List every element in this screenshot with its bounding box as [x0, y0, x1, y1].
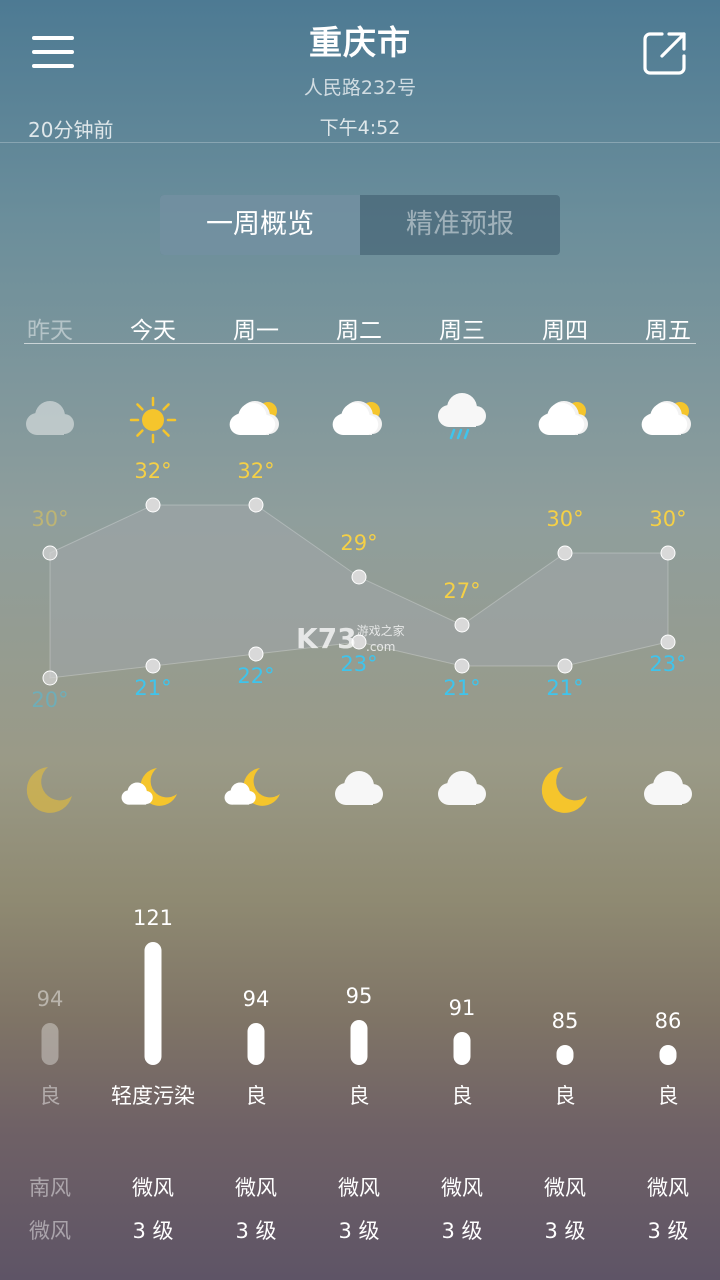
low-temp-label-4: 21°	[443, 676, 481, 700]
high-temp-label-3: 29°	[340, 531, 378, 555]
low-temp-point-6	[660, 634, 676, 650]
high-temp-point-3	[351, 569, 367, 585]
partly-cloudy-icon	[533, 392, 597, 448]
day-name-5[interactable]: 周四	[515, 311, 615, 345]
high-temp-label-0: 30°	[31, 507, 69, 531]
partly-cloudy-icon	[636, 392, 700, 448]
high-temp-point-2	[248, 497, 264, 513]
cloudy-icon	[18, 392, 82, 448]
day-name-2[interactable]: 周一	[206, 311, 306, 345]
wind-direction-2: 微风	[235, 1176, 277, 1200]
high-temp-point-4	[454, 617, 470, 633]
high-temp-point-0	[42, 545, 58, 561]
wind-level-3: 3 级	[338, 1219, 380, 1243]
watermark-sub: 游戏之家	[356, 624, 405, 638]
day-name-3[interactable]: 周二	[309, 311, 409, 345]
sunny-icon	[121, 392, 185, 448]
moon-cloud-icon	[121, 762, 185, 818]
aqi-bar-6	[659, 1045, 677, 1065]
cloudy-icon	[327, 762, 391, 818]
low-temp-point-2	[248, 646, 264, 662]
cloudy-icon	[430, 762, 494, 818]
temperature-chart	[0, 480, 720, 730]
aqi-value-5: 85	[551, 1009, 579, 1033]
wind-direction-1: 微风	[132, 1176, 174, 1200]
low-temp-point-4	[454, 658, 470, 674]
low-temp-label-5: 21°	[546, 676, 584, 700]
watermark-main: K73	[296, 622, 357, 655]
day-name-1[interactable]: 今天	[103, 311, 203, 345]
high-temp-label-2: 32°	[237, 459, 275, 483]
cloudy-icon	[636, 762, 700, 818]
rain-icon	[430, 392, 494, 448]
tab-week-overview[interactable]: 一周概览	[160, 195, 360, 255]
view-tabs: 一周概览 精准预报	[160, 195, 560, 255]
wind-direction-3: 微风	[338, 1176, 380, 1200]
day-row-divider	[24, 343, 696, 344]
aqi-value-1: 121	[132, 906, 174, 930]
publish-time-label: 下午4:52	[319, 117, 401, 139]
address-label: 人民路232号	[303, 77, 417, 99]
low-temp-label-1: 21°	[134, 676, 172, 700]
wind-level-2: 3 级	[235, 1219, 277, 1243]
temperature-chart-svg	[42, 497, 676, 686]
low-temp-point-5	[557, 658, 573, 674]
aqi-value-6: 86	[654, 1009, 682, 1033]
aqi-bar-0	[41, 1023, 59, 1065]
aqi-value-2: 94	[242, 987, 270, 1011]
wind-direction-0: 南风	[29, 1176, 71, 1200]
aqi-level-6: 良	[657, 1084, 679, 1108]
day-name-4[interactable]: 周三	[412, 311, 512, 345]
aqi-value-3: 95	[345, 984, 373, 1008]
moon-icon	[18, 762, 82, 818]
wind-level-1: 3 级	[132, 1219, 174, 1243]
partly-cloudy-icon	[327, 392, 391, 448]
low-temp-label-6: 23°	[649, 652, 687, 676]
low-temp-point-0	[42, 670, 58, 686]
high-temp-point-5	[557, 545, 573, 561]
watermark-domain: .com	[366, 640, 396, 654]
high-temp-label-6: 30°	[649, 507, 687, 531]
aqi-bar-4	[453, 1032, 471, 1065]
low-temp-label-0: 20°	[31, 688, 69, 712]
partly-cloudy-icon	[224, 392, 288, 448]
city-title: 重庆市	[309, 23, 411, 62]
wind-direction-4: 微风	[441, 1176, 483, 1200]
low-temp-point-1	[145, 658, 161, 674]
day-name-6[interactable]: 周五	[618, 311, 718, 345]
day-name-0[interactable]: 昨天	[0, 311, 100, 345]
wind-level-6: 3 级	[647, 1219, 689, 1243]
moon-cloud-icon	[224, 762, 288, 818]
high-temp-label-5: 30°	[546, 507, 584, 531]
aqi-bar-3	[350, 1020, 368, 1065]
wind-direction-5: 微风	[544, 1176, 586, 1200]
header-divider	[0, 142, 720, 143]
wind-direction-6: 微风	[647, 1176, 689, 1200]
watermark-logo: K73游戏之家 .com	[296, 622, 405, 655]
share-icon[interactable]	[642, 30, 688, 76]
low-temp-label-2: 22°	[237, 664, 275, 688]
high-temp-label-4: 27°	[443, 579, 481, 603]
wind-level-0: 微风	[29, 1219, 71, 1243]
aqi-value-0: 94	[36, 987, 64, 1011]
aqi-bar-5	[556, 1045, 574, 1065]
tab-precise-forecast[interactable]: 精准预报	[360, 195, 560, 255]
aqi-bar-2	[247, 1023, 265, 1065]
aqi-value-4: 91	[448, 996, 476, 1020]
high-temp-point-6	[660, 545, 676, 561]
wind-level-5: 3 级	[544, 1219, 586, 1243]
high-temp-point-1	[145, 497, 161, 513]
wind-level-4: 3 级	[441, 1219, 483, 1243]
low-temp-label-3: 23°	[340, 652, 378, 676]
moon-icon	[533, 762, 597, 818]
aqi-bar-1	[144, 942, 162, 1065]
high-temp-label-1: 32°	[134, 459, 172, 483]
